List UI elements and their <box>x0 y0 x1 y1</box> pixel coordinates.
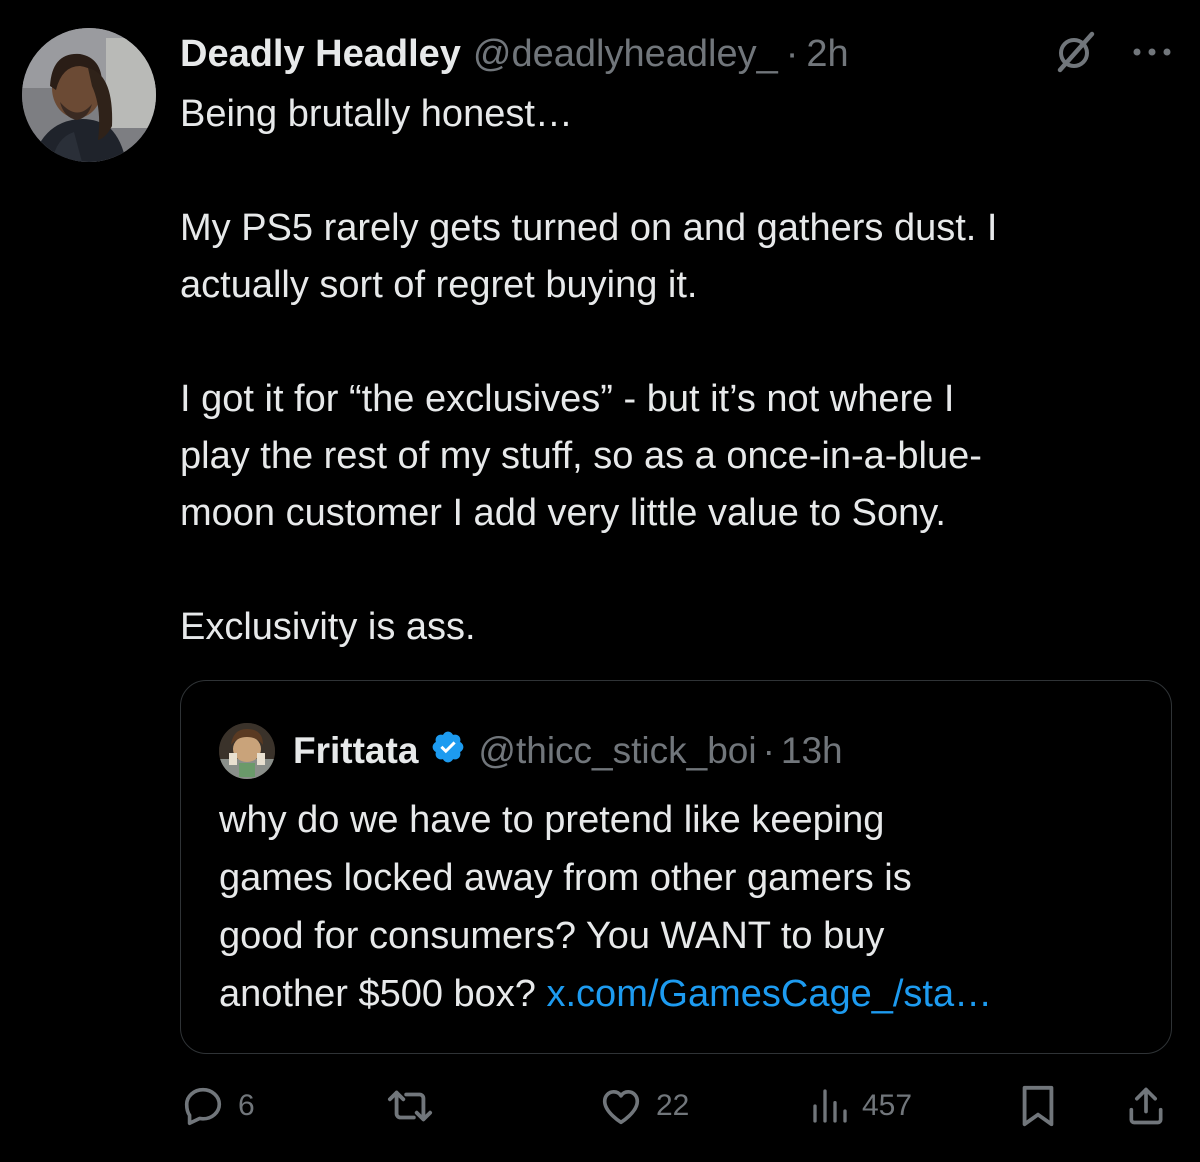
quoted-tweet-line: good for consumers? You WANT to buy <box>219 915 885 957</box>
tweet-line-blank <box>180 314 1170 371</box>
grok-icon[interactable] <box>1054 30 1098 79</box>
tweet-header: Deadly Headley @deadlyheadley_ · 2h <box>180 26 849 82</box>
quoted-author-name[interactable]: Frittata <box>293 730 418 772</box>
bookmark-icon <box>1018 1083 1058 1129</box>
quoted-tweet-timestamp[interactable]: 13h <box>781 730 843 772</box>
views-count: 457 <box>862 1089 913 1122</box>
tweet-line: I got it for “the exclusives” - but it’s… <box>180 378 955 420</box>
verified-badge-icon <box>430 729 466 774</box>
retweet-icon <box>384 1083 436 1129</box>
bookmark-button[interactable] <box>1018 1080 1058 1132</box>
like-button[interactable]: 22 <box>598 1080 689 1132</box>
author-handle[interactable]: @deadlyheadley_ <box>473 33 778 76</box>
tweet-line-blank <box>180 542 1170 599</box>
quoted-tweet-line: games locked away from other gamers is <box>219 857 912 899</box>
reply-count: 6 <box>238 1089 255 1122</box>
quoted-header-separator: · <box>762 730 775 771</box>
header-separator: · <box>785 32 799 75</box>
more-icon[interactable] <box>1132 45 1172 63</box>
quoted-author-handle[interactable]: @thicc_stick_boi <box>478 730 756 772</box>
tweet-line: actually sort of regret buying it. <box>180 264 698 306</box>
tweet-line: Exclusivity is ass. <box>180 606 476 648</box>
share-icon <box>1124 1083 1168 1129</box>
tweet-line: moon customer I add very little value to… <box>180 492 946 534</box>
tweet-line: Being brutally honest… <box>180 93 573 135</box>
quoted-tweet-line-text: another $500 box? <box>219 973 547 1015</box>
reply-button[interactable]: 6 <box>180 1080 255 1132</box>
tweet-header-actions <box>1054 28 1172 80</box>
author-name[interactable]: Deadly Headley <box>180 33 461 76</box>
quoted-tweet-line: why do we have to pretend like keeping <box>219 799 885 841</box>
views-icon <box>810 1086 850 1126</box>
tweet-text: Being brutally honest… My PS5 rarely get… <box>180 86 1170 656</box>
tweet-line: play the rest of my stuff, so as a once-… <box>180 435 982 477</box>
tweet-line-blank <box>180 143 1170 200</box>
share-button[interactable] <box>1124 1080 1168 1132</box>
quoted-author-avatar[interactable] <box>219 723 275 779</box>
quoted-tweet-text: why do we have to pretend like keeping g… <box>219 791 1149 1023</box>
author-avatar[interactable] <box>22 28 156 162</box>
quoted-tweet-line: another $500 box? x.com/GamesCage_/sta… <box>219 965 1149 1023</box>
tweet-timestamp[interactable]: 2h <box>806 33 848 76</box>
tweet-line: My PS5 rarely gets turned on and gathers… <box>180 207 998 249</box>
quoted-tweet-header: Frittata @thicc_stick_boi · 13h <box>219 723 843 779</box>
quoted-tweet-link[interactable]: x.com/GamesCage_/sta… <box>547 973 993 1015</box>
like-count: 22 <box>656 1089 690 1122</box>
tweet-action-bar: 6 22 457 <box>0 1080 1200 1140</box>
like-icon <box>598 1083 644 1129</box>
reply-icon <box>180 1083 226 1129</box>
views-button[interactable]: 457 <box>810 1080 912 1132</box>
retweet-button[interactable] <box>384 1080 436 1132</box>
quoted-tweet-card[interactable]: Frittata @thicc_stick_boi · 13h why do w… <box>180 680 1172 1054</box>
